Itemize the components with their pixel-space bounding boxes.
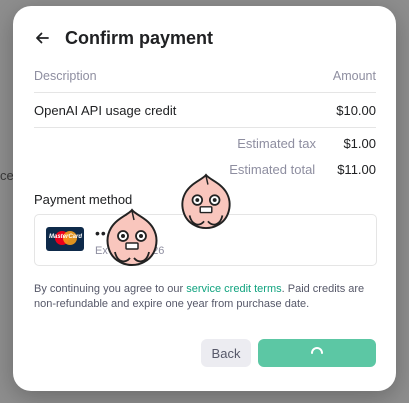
card-brand-label: MasterCard xyxy=(49,234,83,240)
tax-line: Estimated tax $1.00 xyxy=(136,130,376,156)
arrow-left-icon[interactable] xyxy=(33,29,51,47)
back-button[interactable]: Back xyxy=(201,339,251,367)
description-header: Description xyxy=(34,69,97,83)
peach-sticker-icon-2 xyxy=(181,173,231,229)
amount-header: Amount xyxy=(332,69,376,83)
table-row: OpenAI API usage credit $10.00 xyxy=(34,93,376,128)
totals: Estimated tax $1.00 Estimated total $11.… xyxy=(136,130,376,182)
table-header: Description Amount xyxy=(34,60,376,93)
payment-method-label: Payment method xyxy=(34,192,133,207)
service-credit-terms-link[interactable]: service credit terms xyxy=(186,283,281,295)
item-amount: $10.00 xyxy=(336,102,376,118)
terms-notice: By continuing you agree to our service c… xyxy=(34,282,379,312)
loading-spinner-icon xyxy=(311,347,323,354)
total-line: Estimated total $11.00 xyxy=(136,156,376,182)
confirm-payment-modal: Confirm payment Description Amount OpenA… xyxy=(13,6,396,391)
line-items-table: Description Amount OpenAI API usage cred… xyxy=(34,60,376,128)
total-label: Estimated total xyxy=(229,161,316,177)
mastercard-icon: MasterCard xyxy=(46,227,84,251)
modal-title: Confirm payment xyxy=(65,27,214,48)
continue-button[interactable] xyxy=(258,339,376,367)
item-description: OpenAI API usage credit xyxy=(34,102,177,118)
tax-value: $1.00 xyxy=(343,135,376,151)
peach-sticker-icon xyxy=(106,208,158,266)
tax-label: Estimated tax xyxy=(237,135,316,151)
modal-header: Confirm payment xyxy=(33,26,213,50)
total-value: $11.00 xyxy=(337,161,376,177)
notice-text-before: By continuing you agree to our xyxy=(34,283,187,295)
